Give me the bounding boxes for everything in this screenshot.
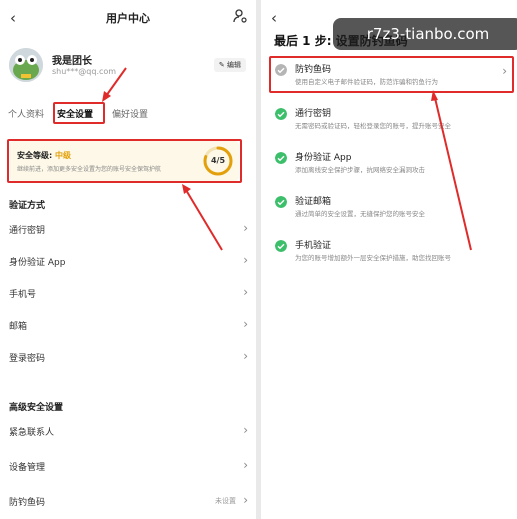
chevron-right-icon: › bbox=[243, 349, 248, 363]
chevron-right-icon: › bbox=[243, 317, 248, 331]
list-item-label: 手机号 bbox=[9, 290, 37, 300]
list-item-label: 邮箱 bbox=[9, 322, 28, 332]
pencil-icon: ✎ bbox=[218, 61, 225, 69]
check-icon bbox=[275, 152, 287, 164]
section-title-verify: 验证方式 bbox=[9, 201, 46, 211]
highlight-box bbox=[53, 102, 105, 124]
chevron-right-icon: › bbox=[243, 493, 248, 507]
edit-profile-button[interactable]: ✎ 编辑 bbox=[213, 58, 246, 72]
list-item-label: 设备管理 bbox=[9, 463, 46, 473]
step-description: 无需密码或验证码，轻松登录您的账号，提升账号安全 bbox=[295, 122, 451, 130]
list-item[interactable]: 防钓鱼码 未设置 › bbox=[0, 490, 256, 512]
tab-profile[interactable]: 个人资料 bbox=[8, 107, 44, 120]
step-title: 手机验证 bbox=[295, 241, 332, 251]
list-item-label: 通行密钥 bbox=[9, 226, 46, 236]
chevron-right-icon: › bbox=[243, 253, 248, 267]
step-title: 验证邮箱 bbox=[295, 197, 332, 207]
chevron-right-icon: › bbox=[243, 458, 248, 472]
list-item[interactable]: 紧急联系人 › bbox=[0, 420, 256, 442]
list-item[interactable]: 设备管理 › bbox=[0, 455, 256, 477]
step-title: 身份验证 App bbox=[295, 153, 352, 163]
list-item-value: 未设置 bbox=[215, 497, 236, 505]
step-description: 添加离线安全保护步骤，抗网络安全漏洞攻击 bbox=[295, 166, 425, 174]
page-title: 用户中心 bbox=[106, 12, 150, 25]
setup-step[interactable]: 验证邮箱通过简单的安全设置，无缝保护您的账号安全 bbox=[261, 192, 517, 228]
check-icon bbox=[275, 240, 287, 252]
tab-preferences[interactable]: 偏好设置 bbox=[112, 107, 148, 120]
avatar[interactable] bbox=[9, 48, 43, 82]
section-title-advanced: 高级安全设置 bbox=[9, 403, 64, 413]
list-item[interactable]: 登录密码 › bbox=[0, 346, 256, 368]
chevron-right-icon: › bbox=[243, 221, 248, 235]
check-icon bbox=[275, 108, 287, 120]
user-center-screen: ‹ 用户中心 我是团长 shu***@qq.com ✎ 编辑 个人资料 安全设置… bbox=[0, 0, 256, 519]
username: 我是团长 bbox=[52, 56, 92, 67]
step-description: 为您的账号增加额外一层安全保护措施，助您找回账号 bbox=[295, 254, 451, 262]
list-item-label: 登录密码 bbox=[9, 354, 46, 364]
user-email: shu***@qq.com bbox=[52, 67, 117, 76]
list-item[interactable]: 邮箱 › bbox=[0, 314, 256, 336]
setup-steps-screen: ‹ 最后 1 步: 设置防钓鱼码 r7z3-tianbo.com 防钓鱼码使用自… bbox=[261, 0, 517, 519]
chevron-right-icon: › bbox=[243, 423, 248, 437]
back-icon[interactable]: ‹ bbox=[271, 9, 277, 27]
watermark: r7z3-tianbo.com bbox=[333, 18, 517, 50]
highlight-box bbox=[269, 56, 514, 93]
user-settings-icon[interactable] bbox=[232, 8, 248, 24]
list-item-label: 防钓鱼码 bbox=[9, 498, 46, 508]
frog-avatar-icon bbox=[9, 48, 43, 82]
check-icon bbox=[275, 196, 287, 208]
list-item-label: 紧急联系人 bbox=[9, 428, 55, 438]
highlight-box bbox=[7, 139, 242, 183]
list-item[interactable]: 通行密钥 › bbox=[0, 218, 256, 240]
edit-label: 编辑 bbox=[227, 61, 241, 69]
setup-step[interactable]: 手机验证为您的账号增加额外一层安全保护措施，助您找回账号 bbox=[261, 236, 517, 272]
list-item-label: 身份验证 App bbox=[9, 258, 66, 268]
setup-step[interactable]: 通行密钥无需密码或验证码，轻松登录您的账号，提升账号安全 bbox=[261, 104, 517, 140]
step-title: 通行密钥 bbox=[295, 109, 332, 119]
step-description: 通过简单的安全设置，无缝保护您的账号安全 bbox=[295, 210, 425, 218]
chevron-right-icon: › bbox=[243, 285, 248, 299]
list-item[interactable]: 手机号 › bbox=[0, 282, 256, 304]
list-item[interactable]: 身份验证 App › bbox=[0, 250, 256, 272]
setup-step[interactable]: 身份验证 App 添加离线安全保护步骤，抗网络安全漏洞攻击 bbox=[261, 148, 517, 184]
